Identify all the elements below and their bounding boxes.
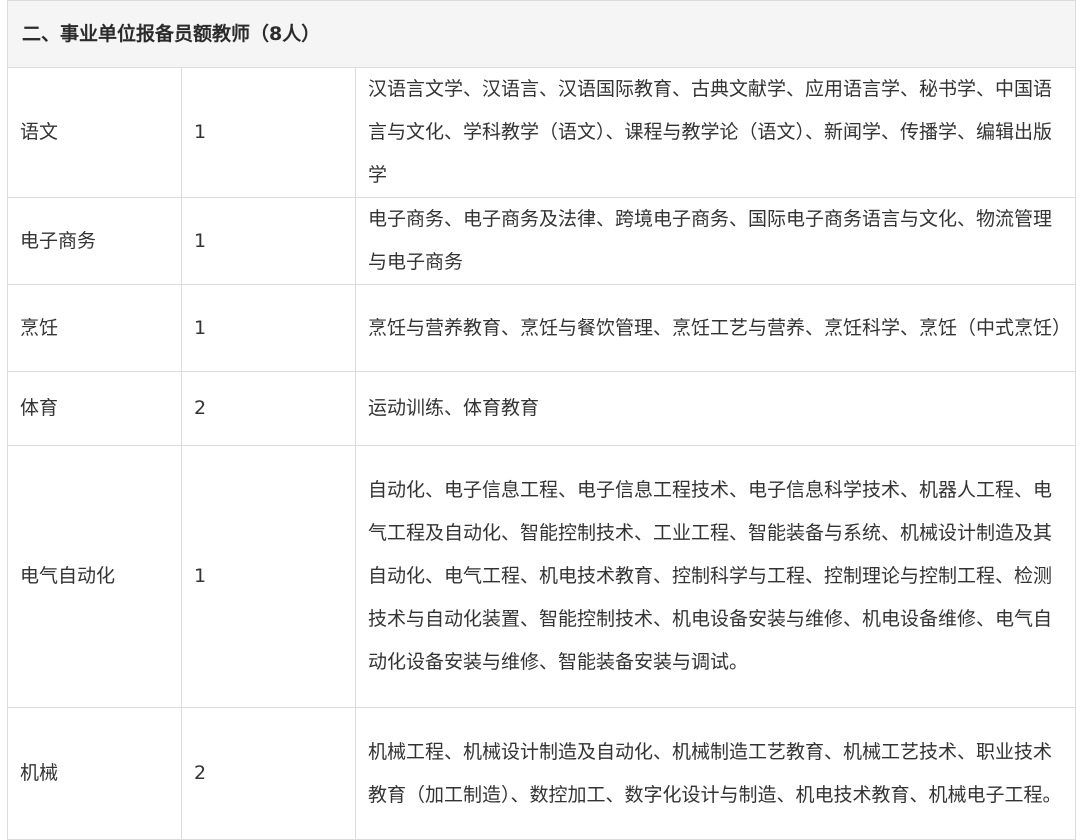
subject-cell: 电子商务 xyxy=(7,197,182,285)
headcount-cell: 1 xyxy=(181,67,356,198)
majors-cell: 自动化、电子信息工程、电子信息工程技术、电子信息科学技术、机器人工程、电气工程及… xyxy=(354,445,1077,708)
headcount-cell: 2 xyxy=(181,707,356,840)
table-row: 电子商务 1 电子商务、电子商务及法律、跨境电子商务、国际电子商务语言与文化、物… xyxy=(7,197,1077,285)
subject-cell: 电气自动化 xyxy=(7,445,182,708)
subject-cell: 体育 xyxy=(7,371,182,446)
subject-cell: 机械 xyxy=(7,707,182,840)
majors-cell: 机械工程、机械设计制造及自动化、机械制造工艺教育、机械工艺技术、职业技术教育（加… xyxy=(354,707,1077,840)
majors-cell: 电子商务、电子商务及法律、跨境电子商务、国际电子商务语言与文化、物流管理与电子商… xyxy=(354,197,1077,285)
recruitment-table: 二、事业单位报备员额教师（8人） 语文 1 汉语言文学、汉语言、汉语国际教育、古… xyxy=(6,0,1077,840)
headcount-cell: 1 xyxy=(181,445,356,708)
table-row: 体育 2 运动训练、体育教育 xyxy=(7,371,1077,446)
section-title: 二、事业单位报备员额教师（8人） xyxy=(6,0,1077,68)
headcount-cell: 1 xyxy=(181,197,356,285)
subject-cell: 烹饪 xyxy=(7,284,182,372)
table-row: 语文 1 汉语言文学、汉语言、汉语国际教育、古典文献学、应用语言学、秘书学、中国… xyxy=(7,67,1077,198)
section-header-row: 二、事业单位报备员额教师（8人） xyxy=(6,0,1077,68)
table-row: 机械 2 机械工程、机械设计制造及自动化、机械制造工艺教育、机械工艺技术、职业技… xyxy=(7,707,1077,840)
majors-cell: 运动训练、体育教育 xyxy=(354,371,1077,446)
subject-cell: 语文 xyxy=(7,67,182,198)
majors-cell: 汉语言文学、汉语言、汉语国际教育、古典文献学、应用语言学、秘书学、中国语言与文化… xyxy=(354,67,1077,198)
headcount-cell: 2 xyxy=(181,371,356,446)
majors-cell: 烹饪与营养教育、烹饪与餐饮管理、烹饪工艺与营养、烹饪科学、烹饪（中式烹饪） xyxy=(354,284,1077,372)
table-row: 烹饪 1 烹饪与营养教育、烹饪与餐饮管理、烹饪工艺与营养、烹饪科学、烹饪（中式烹… xyxy=(7,284,1077,372)
table-row: 电气自动化 1 自动化、电子信息工程、电子信息工程技术、电子信息科学技术、机器人… xyxy=(7,445,1077,708)
headcount-cell: 1 xyxy=(181,284,356,372)
